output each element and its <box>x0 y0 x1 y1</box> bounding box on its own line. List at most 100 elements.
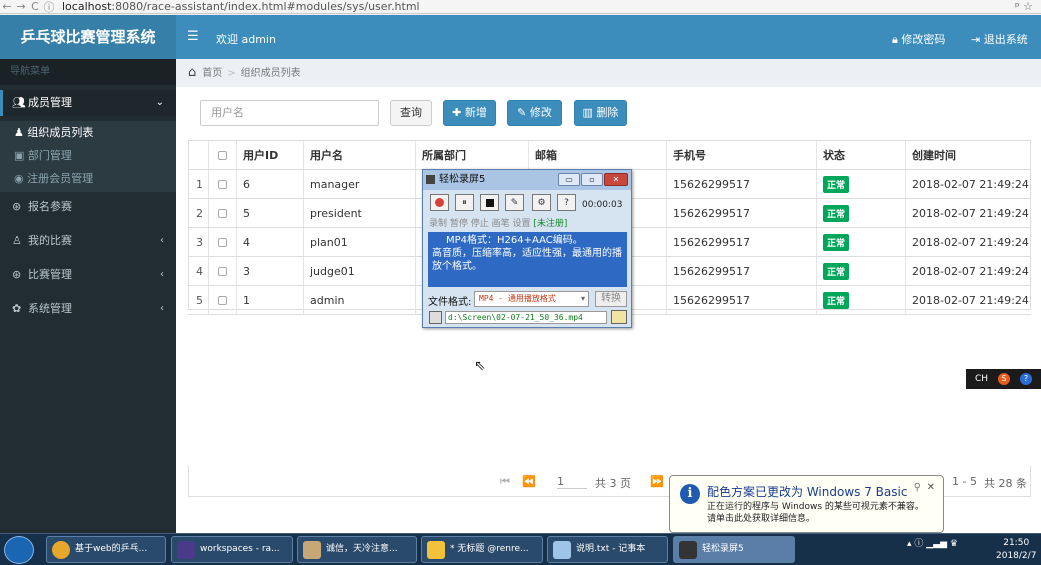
close-button[interactable]: ✕ <box>604 173 628 186</box>
chevron-left-icon: ‹ <box>160 303 164 314</box>
chevron-left-icon: ‹ <box>160 235 164 246</box>
col-username[interactable]: 用户名 <box>303 141 415 169</box>
add-button[interactable]: ✚ 新增 <box>443 100 496 126</box>
menu-toggle-icon[interactable]: ☰ <box>187 29 199 44</box>
file-format-select[interactable]: MP4 - 通用播放格式 <box>474 291 589 307</box>
col-created[interactable]: 创建时间 <box>905 141 1031 169</box>
row-select-checkbox[interactable] <box>218 266 227 276</box>
status-badge: 正常 <box>823 233 850 251</box>
sidebar-item-my-matches[interactable]: ♙ 我的比赛 ‹ <box>0 228 176 254</box>
stop-button[interactable] <box>480 194 499 211</box>
cell-status: 正常 <box>816 170 905 198</box>
col-user-id[interactable]: 用户ID <box>236 141 303 169</box>
notepad-icon <box>553 541 571 559</box>
select-all-checkbox[interactable] <box>218 150 227 160</box>
taskbar: 基于web的乒乓... workspaces - ra... 诚信，天冷注意..… <box>0 533 1041 565</box>
breadcrumb-current: 组织成员列表 <box>240 68 301 79</box>
sidebar-item-system[interactable]: ✿ 系统管理 ‹ <box>0 296 176 322</box>
task-chat[interactable]: 诚信，天冷注意... <box>297 536 417 563</box>
next-page-icon[interactable]: ⏩ <box>650 475 664 488</box>
record-button[interactable] <box>430 194 449 211</box>
browser-address-bar: ← → C ⓘ localhost:8080/race-assistant/in… <box>0 0 1041 14</box>
change-password-link[interactable]: 🔒︎ 修改密码 <box>892 31 945 47</box>
col-department[interactable]: 所属部门 <box>415 141 528 169</box>
app-title[interactable]: 乒乓球比赛管理系统 <box>0 15 176 59</box>
sidebar-subitem-departments[interactable]: ▣ 部门管理 <box>0 144 176 167</box>
row-checkbox <box>208 257 236 285</box>
forward-icon[interactable]: → <box>14 0 28 13</box>
logout-link[interactable]: ⇥ 退出系统 <box>971 31 1028 47</box>
clock[interactable]: 21:50 2018/2/7 <box>996 537 1036 563</box>
username-search-input[interactable]: 用户名 <box>200 100 379 126</box>
start-button[interactable] <box>4 536 34 564</box>
cell-phone: 15626299517 <box>666 257 816 285</box>
qq-icon[interactable]: ♛ <box>950 539 958 549</box>
help-button[interactable]: ? <box>557 194 576 211</box>
bookmark-icon[interactable]: ᵖ ☆ <box>1015 0 1033 13</box>
url-text[interactable]: localhost:8080/race-assistant/index.html… <box>62 0 420 13</box>
help-icon[interactable]: ? <box>1019 373 1032 385</box>
close-icon[interactable]: ✕ <box>927 482 935 493</box>
language-indicator[interactable]: CH <box>975 374 988 384</box>
settings-button[interactable]: ⚙ <box>532 194 551 211</box>
row-checkbox <box>208 286 236 314</box>
gear-icon: ✿ <box>12 302 22 315</box>
edit-icon: ✎ <box>517 106 530 119</box>
convert-button[interactable]: 转换 <box>595 291 627 307</box>
sidebar-item-match-admin[interactable]: ⊛ 比赛管理 ‹ <box>0 262 176 288</box>
wrench-icon[interactable]: ⚲ <box>914 482 921 493</box>
task-eclipse[interactable]: workspaces - ra... <box>171 536 293 563</box>
task-notepad[interactable]: 说明.txt - 记事本 <box>547 536 668 563</box>
sidebar-item-signup[interactable]: ⊛ 报名参赛 <box>0 194 176 220</box>
task-browser[interactable]: 基于web的乒乓... <box>46 536 166 563</box>
system-tray[interactable]: ▴ ⓘ ▁▃▅ ♛ <box>907 536 958 549</box>
row-select-checkbox[interactable] <box>218 237 227 247</box>
folder-icon[interactable] <box>611 310 627 324</box>
prev-page-icon[interactable]: ⏪ <box>522 475 536 488</box>
pen-button[interactable]: ✎ <box>505 194 524 211</box>
cell-user-id: 5 <box>236 199 303 227</box>
home-icon[interactable]: ⌂ <box>188 65 196 80</box>
top-header: 乒乓球比赛管理系统 ☰ 欢迎 admin 🔒︎ 修改密码 ⇥ 退出系统 <box>0 15 1041 59</box>
restore-button[interactable]: ▫ <box>581 173 603 186</box>
sidebar-subitem-registered[interactable]: ◉ 注册会员管理 <box>0 167 176 190</box>
cell-phone: 15626299517 <box>666 228 816 256</box>
col-email[interactable]: 邮箱 <box>528 141 666 169</box>
back-icon[interactable]: ← <box>0 0 14 13</box>
cell-username: manager <box>303 170 415 198</box>
reload-icon[interactable]: C <box>28 0 42 13</box>
row-checkbox <box>208 199 236 227</box>
department-icon: ▣ <box>14 149 28 162</box>
row-checkbox <box>208 228 236 256</box>
pause-button[interactable]: ⏸ <box>455 194 474 211</box>
page-number-input[interactable]: 1 <box>557 475 587 489</box>
row-select-checkbox[interactable] <box>218 295 227 305</box>
save-icon[interactable] <box>429 311 442 324</box>
first-page-icon[interactable]: ⏮ <box>500 475 510 489</box>
sidebar-item-members[interactable]: 👥︎ 成员管理 ⌄ <box>0 90 176 116</box>
query-button[interactable]: 查询 <box>390 100 432 126</box>
row-select-checkbox[interactable] <box>218 179 227 189</box>
task-renren[interactable]: * 无标题 @renre... <box>421 536 543 563</box>
notification-balloon[interactable]: i 配色方案已更改为 Windows 7 Basic ⚲ ✕ 正在运行的程序与 … <box>669 475 944 533</box>
sidebar-subitem-member-list[interactable]: ♟ 组织成员列表 <box>0 121 176 144</box>
row-select-checkbox[interactable] <box>218 208 227 218</box>
minimize-button[interactable]: ▭ <box>558 173 580 186</box>
task-recorder[interactable]: 轻松录屏5 <box>673 536 795 563</box>
col-phone[interactable]: 手机号 <box>666 141 816 169</box>
circle-icon: ⊛ <box>12 268 22 281</box>
info-icon[interactable]: ⓘ <box>42 0 56 15</box>
delete-button[interactable]: ▥ 删除 <box>574 100 627 126</box>
info-icon: i <box>680 484 700 504</box>
edit-button[interactable]: ✎ 修改 <box>507 100 562 126</box>
cell-created: 2018-02-07 21:49:24 <box>905 199 1031 227</box>
output-path-field[interactable]: d:\Screen\02-07-21_50_36.mp4 <box>445 311 607 324</box>
user-icon: ♙ <box>12 234 22 247</box>
help-icon: ? <box>564 197 569 208</box>
sidebar-heading: 导航菜单 <box>0 59 176 85</box>
col-status[interactable]: 状态 <box>816 141 905 169</box>
sogou-icon[interactable]: S <box>998 373 1011 385</box>
row-number: 2 <box>196 206 203 220</box>
info-tray-icon[interactable]: ⓘ <box>914 539 923 549</box>
breadcrumb-home[interactable]: 首页 <box>202 68 222 79</box>
